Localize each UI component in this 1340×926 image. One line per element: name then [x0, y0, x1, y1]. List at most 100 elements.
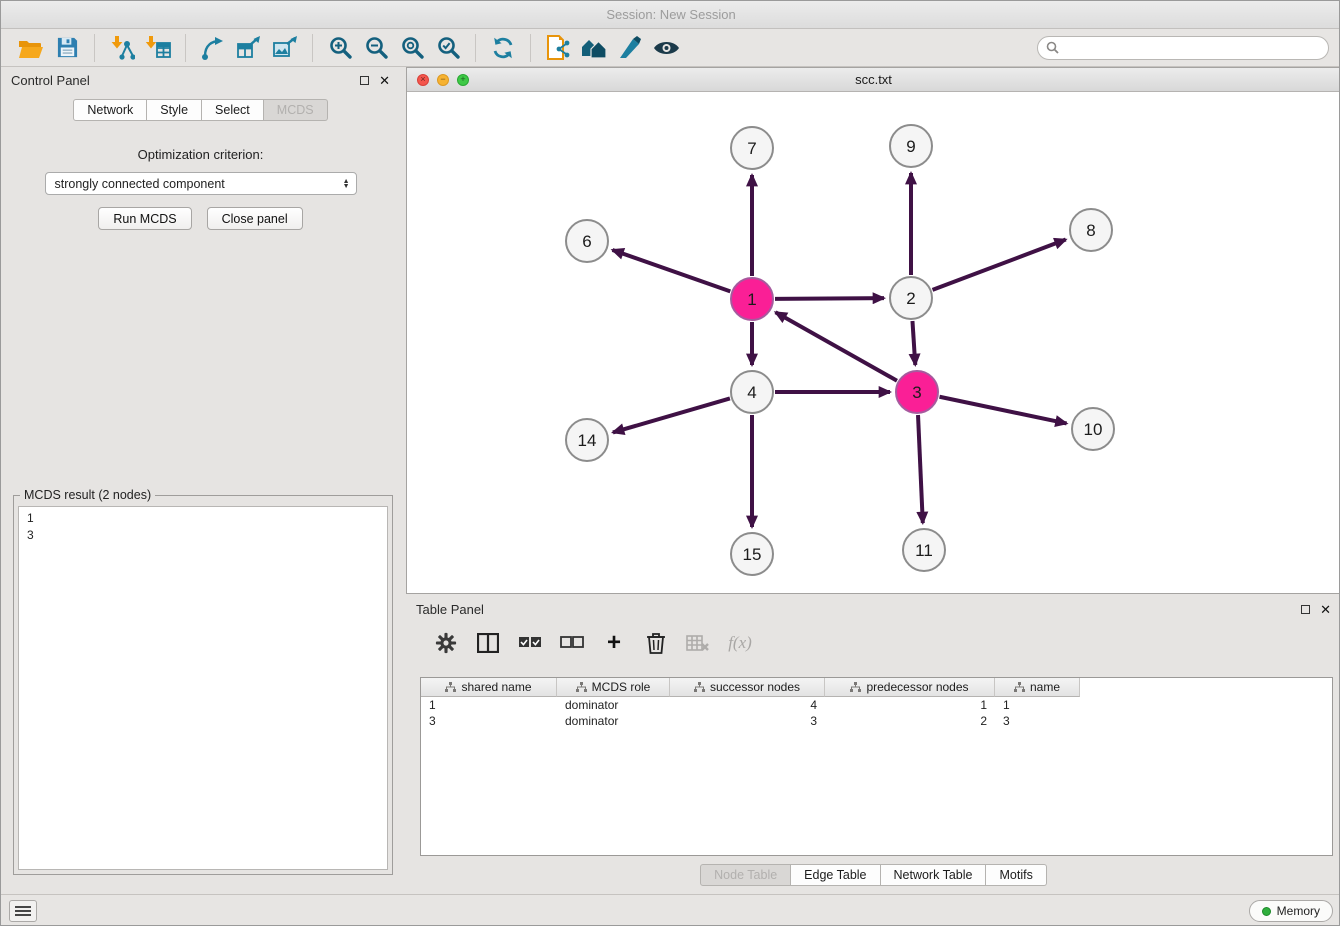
export-table-icon[interactable]: [231, 32, 267, 64]
list-icon: [15, 905, 31, 917]
table-cell[interactable]: 4: [670, 697, 825, 713]
zoom-fit-icon[interactable]: [394, 32, 430, 64]
node-table[interactable]: shared nameMCDS rolesuccessor nodesprede…: [420, 677, 1333, 856]
float-panel-icon[interactable]: [360, 76, 369, 85]
table-tabs: Node TableEdge TableNetwork TableMotifs: [406, 864, 1340, 886]
zoom-in-icon[interactable]: [322, 32, 358, 64]
table-row[interactable]: 1dominator411: [421, 697, 1332, 713]
table-cell[interactable]: 1: [825, 697, 995, 713]
close-icon[interactable]: ✕: [379, 74, 390, 87]
table-cell[interactable]: 3: [995, 713, 1080, 729]
svg-text:8: 8: [1086, 221, 1095, 240]
graph-node-9[interactable]: 9: [890, 125, 932, 167]
edge-3-11[interactable]: [918, 415, 923, 523]
graph-node-8[interactable]: 8: [1070, 209, 1112, 251]
column-header-shared-name[interactable]: shared name: [421, 678, 557, 697]
tab-edge-table[interactable]: Edge Table: [791, 864, 880, 886]
tab-style[interactable]: Style: [147, 99, 202, 121]
tab-network[interactable]: Network: [73, 99, 147, 121]
show-columns-icon[interactable]: [474, 630, 502, 656]
toolbar-separator: [475, 34, 476, 62]
edge-2-8[interactable]: [933, 240, 1066, 290]
network-share-icon[interactable]: [195, 32, 231, 64]
edge-2-3[interactable]: [912, 321, 915, 365]
column-header-predecessor-nodes[interactable]: predecessor nodes: [825, 678, 995, 697]
graph-node-14[interactable]: 14: [566, 419, 608, 461]
criterion-dropdown[interactable]: strongly connected component ▲ ▼: [45, 172, 357, 195]
import-network-icon[interactable]: [104, 32, 140, 64]
table-cell[interactable]: 3: [421, 713, 557, 729]
refresh-icon[interactable]: [485, 32, 521, 64]
export-image-icon[interactable]: [267, 32, 303, 64]
edge-4-14[interactable]: [613, 398, 730, 432]
edge-1-6[interactable]: [612, 250, 730, 291]
trash-icon[interactable]: [642, 630, 670, 656]
float-panel-icon[interactable]: [1301, 605, 1310, 614]
table-row[interactable]: 3dominator323: [421, 713, 1332, 729]
tab-mcds[interactable]: MCDS: [264, 99, 328, 121]
graph-node-2[interactable]: 2: [890, 277, 932, 319]
zoom-selected-icon[interactable]: [430, 32, 466, 64]
table-cell[interactable]: dominator: [557, 713, 670, 729]
mcds-result-item: 3: [27, 527, 379, 544]
graph-node-11[interactable]: 11: [903, 529, 945, 571]
control-panel-header: Control Panel ✕: [1, 67, 400, 93]
deselect-all-columns-icon[interactable]: [558, 630, 586, 656]
edge-3-10[interactable]: [940, 397, 1067, 424]
memory-button[interactable]: Memory: [1249, 900, 1333, 922]
toolbar-separator: [312, 34, 313, 62]
clone-network-icon[interactable]: [540, 32, 576, 64]
open-folder-icon[interactable]: [13, 32, 49, 64]
graph-node-6[interactable]: 6: [566, 220, 608, 262]
first-neighbors-icon[interactable]: [576, 32, 612, 64]
eye-icon[interactable]: [648, 32, 684, 64]
column-header-successor-nodes[interactable]: successor nodes: [670, 678, 825, 697]
close-window-icon[interactable]: ×: [417, 74, 429, 86]
mcds-result-list[interactable]: 13: [18, 506, 388, 870]
svg-text:9: 9: [906, 137, 915, 156]
task-history-button[interactable]: [9, 900, 37, 922]
svg-text:4: 4: [747, 383, 756, 402]
tab-node-table[interactable]: Node Table: [700, 864, 791, 886]
graph-node-3[interactable]: 3: [896, 371, 938, 413]
table-cell[interactable]: 3: [670, 713, 825, 729]
minimize-window-icon[interactable]: −: [437, 74, 449, 86]
save-icon[interactable]: [49, 32, 85, 64]
gear-icon[interactable]: [432, 630, 460, 656]
select-all-columns-icon[interactable]: [516, 630, 544, 656]
column-header-mcds-role[interactable]: MCDS role: [557, 678, 670, 697]
network-canvas[interactable]: 7 9 6 8 1 2 4 3 14 10 15 11: [407, 92, 1340, 593]
table-cell[interactable]: 1: [995, 697, 1080, 713]
maximize-window-icon[interactable]: +: [457, 74, 469, 86]
delete-table-icon-disabled: [684, 630, 712, 656]
search-input[interactable]: [1065, 41, 1320, 55]
graph-node-10[interactable]: 10: [1072, 408, 1114, 450]
tab-network-table[interactable]: Network Table: [881, 864, 987, 886]
app-titlebar: Session: New Session: [1, 1, 1340, 29]
column-header-name[interactable]: name: [995, 678, 1080, 697]
table-cell[interactable]: 2: [825, 713, 995, 729]
run-mcds-button[interactable]: Run MCDS: [98, 207, 191, 230]
table-cell[interactable]: dominator: [557, 697, 670, 713]
graph-node-4[interactable]: 4: [731, 371, 773, 413]
optimization-criterion-label: Optimization criterion:: [1, 147, 400, 162]
close-panel-button[interactable]: Close panel: [207, 207, 303, 230]
add-column-icon[interactable]: +: [600, 630, 628, 656]
toolbar-separator: [530, 34, 531, 62]
svg-text:7: 7: [747, 139, 756, 158]
edge-3-1[interactable]: [776, 312, 897, 380]
zoom-out-icon[interactable]: [358, 32, 394, 64]
paint-style-icon[interactable]: [612, 32, 648, 64]
mcds-result-title: MCDS result (2 nodes): [20, 488, 155, 502]
search-icon: [1046, 41, 1059, 54]
graph-node-1[interactable]: 1: [731, 278, 773, 320]
graph-node-7[interactable]: 7: [731, 127, 773, 169]
svg-text:10: 10: [1084, 420, 1103, 439]
graph-node-15[interactable]: 15: [731, 533, 773, 575]
table-cell[interactable]: 1: [421, 697, 557, 713]
close-icon[interactable]: ✕: [1320, 603, 1331, 616]
tab-motifs[interactable]: Motifs: [986, 864, 1046, 886]
import-table-icon[interactable]: [140, 32, 176, 64]
edge-1-2[interactable]: [775, 298, 884, 299]
tab-select[interactable]: Select: [202, 99, 264, 121]
